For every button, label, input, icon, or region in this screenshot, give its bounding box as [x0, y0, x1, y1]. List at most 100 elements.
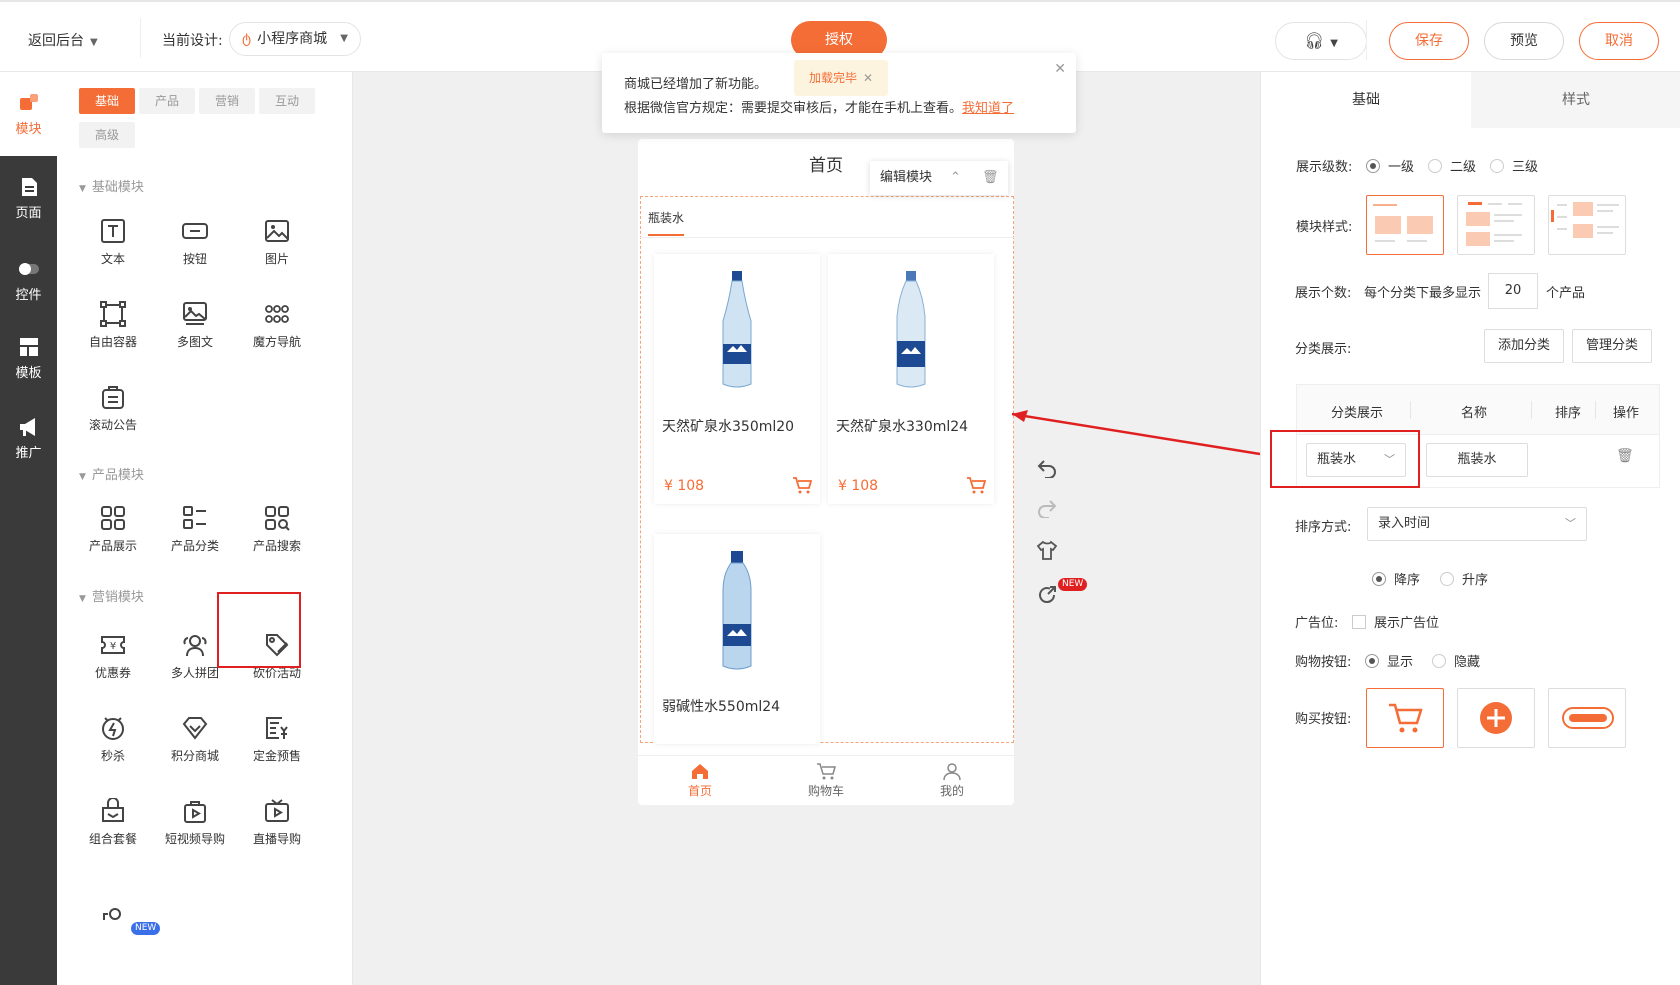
- radio-level-2[interactable]: 二级: [1428, 156, 1476, 175]
- radio: [1440, 572, 1454, 586]
- product-card[interactable]: 天然矿泉水350ml20 ¥ 108: [654, 254, 820, 504]
- share-refresh-icon[interactable]: [1036, 584, 1058, 606]
- module-style-option-2[interactable]: [1457, 195, 1535, 255]
- module-multi-image-text[interactable]: 多图文: [155, 301, 235, 350]
- back-to-admin-button[interactable]: 返回后台 ▼: [28, 30, 98, 50]
- cart-icon[interactable]: [966, 476, 986, 494]
- module-text[interactable]: 文本: [73, 218, 153, 267]
- module-more[interactable]: [73, 880, 153, 920]
- manage-category-button[interactable]: 管理分类: [1572, 329, 1652, 363]
- radio-desc[interactable]: 降序: [1372, 569, 1420, 588]
- back-label: 返回后台: [28, 33, 84, 49]
- section-basic[interactable]: ▼ 基础模块: [79, 176, 144, 195]
- nav-item-promotion[interactable]: 推广: [0, 416, 57, 461]
- tab-advanced[interactable]: 高级: [79, 122, 135, 148]
- nav-item-templates[interactable]: 模板: [0, 336, 57, 381]
- module-cube-nav[interactable]: 魔方导航: [237, 301, 317, 350]
- edit-module-toolbar: 编辑模块 ⌃ 🗑︎: [870, 161, 1008, 195]
- module-label: 滚动公告: [88, 418, 137, 432]
- sort-select[interactable]: 录入时间 ﹀: [1367, 507, 1587, 541]
- headset-icon: 🎧︎: [1303, 31, 1325, 50]
- module-product-display[interactable]: 产品展示: [73, 505, 153, 554]
- add-category-button[interactable]: 添加分类: [1484, 329, 1564, 363]
- close-icon[interactable]: ✕: [863, 71, 873, 85]
- nav-item-modules[interactable]: 模块: [0, 92, 57, 137]
- module-image[interactable]: 图片: [237, 218, 317, 267]
- module-points-mall[interactable]: 积分商城: [155, 715, 235, 764]
- tab-settings-basic[interactable]: 基础: [1261, 72, 1471, 128]
- tab-marketing[interactable]: 营销: [199, 88, 255, 114]
- product-card[interactable]: 天然矿泉水330ml24 ¥ 108: [828, 254, 994, 504]
- acknowledge-link[interactable]: 我知道了: [962, 101, 1014, 116]
- nav-item-pages[interactable]: 页面: [0, 176, 57, 221]
- notice-text: 根据微信官方规定：需要提交审核后，才能在手机上查看。: [624, 101, 963, 116]
- nav-label: 推广: [15, 446, 42, 461]
- design-select[interactable]: ტ 小程序商城 ▼: [229, 22, 361, 56]
- tab-basic[interactable]: 基础: [79, 88, 135, 114]
- radio-show[interactable]: 显示: [1365, 651, 1413, 670]
- nav-item-controls[interactable]: 控件: [0, 258, 57, 303]
- module-style-option-1[interactable]: [1366, 195, 1444, 255]
- notice-icon: [102, 386, 124, 409]
- module-button[interactable]: 按钮: [155, 218, 235, 267]
- category-list-icon: [183, 506, 206, 529]
- show-ad-checkbox[interactable]: 展示广告位: [1352, 612, 1439, 631]
- chevron-down-icon: ▼: [340, 33, 348, 44]
- radio-asc[interactable]: 升序: [1440, 569, 1488, 588]
- pill-button-icon: [1562, 707, 1614, 729]
- toast-text: 加载完毕: [808, 71, 857, 85]
- module-short-video[interactable]: 短视频导购: [155, 798, 235, 847]
- tab-interaction[interactable]: 互动: [259, 88, 315, 114]
- max-count-input[interactable]: 20: [1488, 273, 1538, 309]
- flash-clock-icon: [102, 717, 124, 740]
- module-style-option-3[interactable]: [1548, 195, 1626, 255]
- module-flash-sale[interactable]: 秒杀: [73, 715, 153, 764]
- theme-shirt-icon[interactable]: [1036, 540, 1058, 560]
- module-product-category[interactable]: 产品分类: [155, 505, 235, 554]
- module-free-container[interactable]: 自由容器: [73, 301, 153, 350]
- redo-icon[interactable]: [1036, 498, 1058, 518]
- buy-button-style-cart[interactable]: [1366, 688, 1444, 748]
- category-name-field[interactable]: 瓶装水: [1426, 443, 1528, 477]
- undo-icon[interactable]: [1036, 458, 1058, 478]
- radio-level-1[interactable]: 一级: [1366, 156, 1414, 175]
- save-button[interactable]: 保存: [1389, 22, 1469, 60]
- style-thumbnail: [1551, 202, 1619, 238]
- cart-icon[interactable]: [792, 476, 812, 494]
- new-badge: NEW: [131, 922, 161, 935]
- tab-settings-style[interactable]: 样式: [1471, 72, 1680, 128]
- multi-image-icon: [183, 302, 207, 325]
- edit-module-label[interactable]: 编辑模块: [880, 170, 932, 185]
- option-label: 二级: [1450, 160, 1477, 175]
- module-scroll-notice[interactable]: 滚动公告: [73, 384, 153, 433]
- trash-icon[interactable]: 🗑︎: [1616, 448, 1634, 464]
- radio-hide[interactable]: 隐藏: [1432, 651, 1480, 670]
- buy-button-style-plus[interactable]: [1457, 688, 1535, 748]
- section-product[interactable]: ▼ 产品模块: [79, 464, 144, 483]
- move-up-icon[interactable]: ⌃: [950, 161, 961, 195]
- category-tab[interactable]: 瓶装水: [648, 209, 685, 236]
- product-card[interactable]: 弱碱性水550ml24: [654, 534, 820, 744]
- tabbar-cart[interactable]: 购物车: [786, 762, 866, 799]
- section-marketing[interactable]: ▼ 营销模块: [79, 586, 144, 605]
- column-header: 排序: [1555, 406, 1582, 421]
- module-combo-package[interactable]: 组合套餐: [73, 798, 153, 847]
- tabbar-home[interactable]: 首页: [660, 762, 740, 799]
- tab-product[interactable]: 产品: [139, 88, 195, 114]
- cancel-button[interactable]: 取消: [1579, 22, 1659, 60]
- module-product-search[interactable]: 产品搜索: [237, 505, 317, 554]
- buy-button-style-pill[interactable]: [1548, 688, 1626, 748]
- highlight-box: [1270, 430, 1420, 488]
- preview-button[interactable]: 预览: [1484, 22, 1564, 60]
- module-deposit-presale[interactable]: 定金预售: [237, 715, 317, 764]
- module-live-stream[interactable]: 直播导购: [237, 798, 317, 847]
- tabbar-mine[interactable]: 我的: [912, 762, 992, 799]
- module-label: 多图文: [176, 335, 213, 349]
- group-icon: [183, 635, 207, 657]
- radio-level-3[interactable]: 三级: [1490, 156, 1538, 175]
- divider: [1595, 401, 1596, 419]
- close-icon[interactable]: ✕: [1054, 61, 1066, 77]
- module-coupon[interactable]: ¥ 优惠券: [73, 632, 153, 681]
- trash-icon[interactable]: 🗑︎: [982, 161, 999, 195]
- support-menu[interactable]: 🎧︎ ▼: [1275, 22, 1367, 60]
